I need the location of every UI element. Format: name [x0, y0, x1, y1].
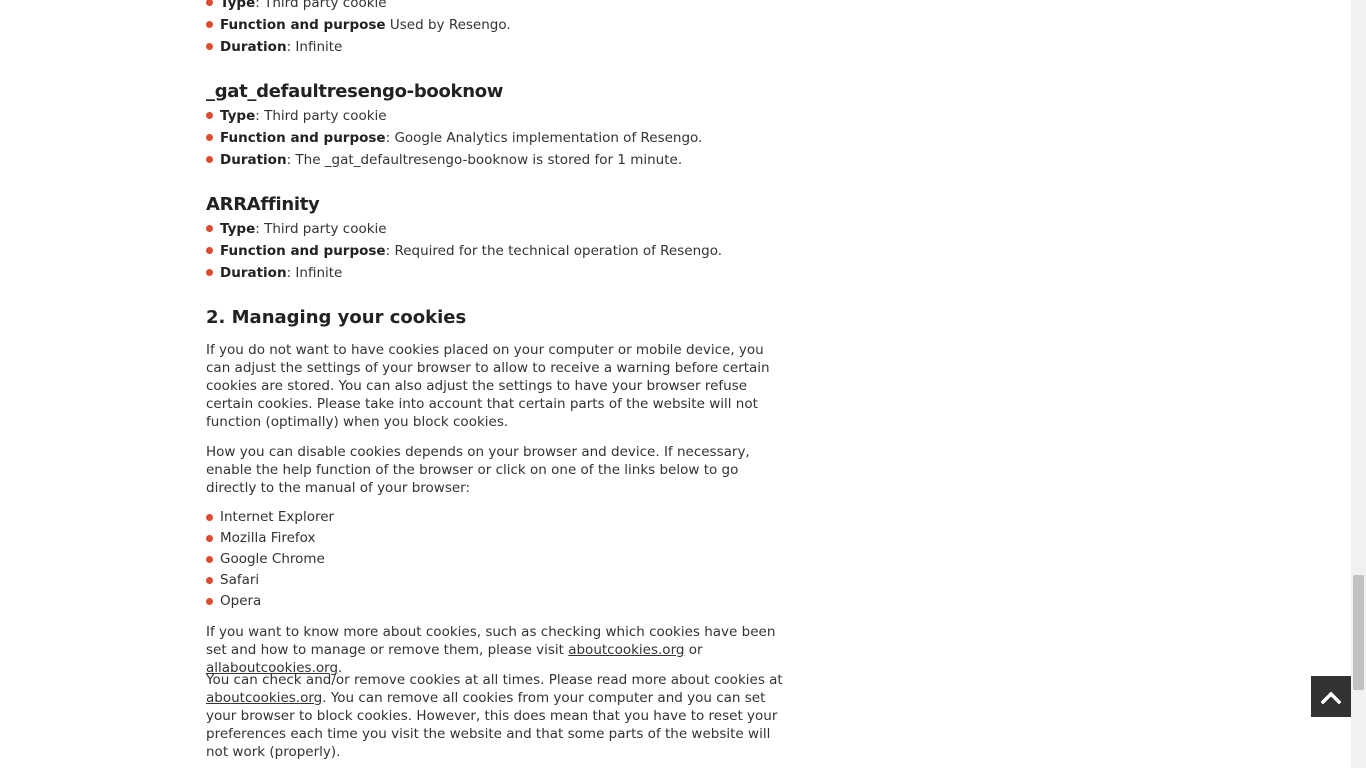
- section-title: 2. Managing your cookies: [206, 307, 467, 328]
- cookie-arr-section: ARRAffinity Type: Third party cookie Fun…: [206, 193, 786, 284]
- list-item: Duration: The _gat_defaultresengo-bookno…: [206, 149, 786, 171]
- list-item: Function and purpose Used by Resengo.: [206, 14, 786, 36]
- cookie-previous-details: Type: Third party cookie Function and pu…: [206, 0, 786, 58]
- managing-paragraph-2: How you can disable cookies depends on y…: [206, 444, 750, 496]
- list-item: Type: Third party cookie: [206, 0, 786, 14]
- list-item: Type: Third party cookie: [206, 105, 786, 127]
- browser-item-mozilla-firefox[interactable]: Mozilla Firefox: [206, 528, 786, 549]
- cookie-previous-section: Type: Third party cookie Function and pu…: [206, 0, 786, 58]
- list-item: Duration: Infinite: [206, 262, 786, 284]
- cookie-gat-title: _gat_defaultresengo-booknow: [206, 81, 504, 102]
- browser-list: Internet Explorer Mozilla Firefox Google…: [206, 507, 786, 612]
- managing-paragraph-3: If you want to know more about cookies, …: [206, 624, 776, 676]
- cookie-gat-details: Type: Third party cookie Function and pu…: [206, 105, 786, 171]
- browser-item-opera[interactable]: Opera: [206, 591, 786, 612]
- list-item: Duration: Infinite: [206, 36, 786, 58]
- cookie-arr-title: ARRAffinity: [206, 194, 320, 215]
- page-scrollbar[interactable]: [1351, 0, 1366, 768]
- browser-item-internet-explorer[interactable]: Internet Explorer: [206, 507, 786, 528]
- list-item: Function and purpose: Required for the t…: [206, 240, 786, 262]
- aboutcookies-link[interactable]: aboutcookies.org: [568, 642, 684, 658]
- browser-item-safari[interactable]: Safari: [206, 570, 786, 591]
- chevron-up-icon: [1321, 691, 1341, 704]
- browser-item-google-chrome[interactable]: Google Chrome: [206, 549, 786, 570]
- managing-paragraph-1: If you do not want to have cookies place…: [206, 342, 770, 430]
- list-item: Type: Third party cookie: [206, 218, 786, 240]
- cookie-gat-section: _gat_defaultresengo-booknow Type: Third …: [206, 80, 786, 171]
- managing-paragraph-4: You can check and/or remove cookies at a…: [206, 672, 783, 760]
- managing-cookies-section: 2. Managing your cookies: [206, 306, 786, 330]
- scrollbar-thumb[interactable]: [1353, 575, 1364, 690]
- cookie-arr-details: Type: Third party cookie Function and pu…: [206, 218, 786, 284]
- list-item: Function and purpose: Google Analytics i…: [206, 127, 786, 149]
- aboutcookies-link-2[interactable]: aboutcookies.org: [206, 690, 322, 706]
- back-to-top-button[interactable]: [1311, 676, 1351, 717]
